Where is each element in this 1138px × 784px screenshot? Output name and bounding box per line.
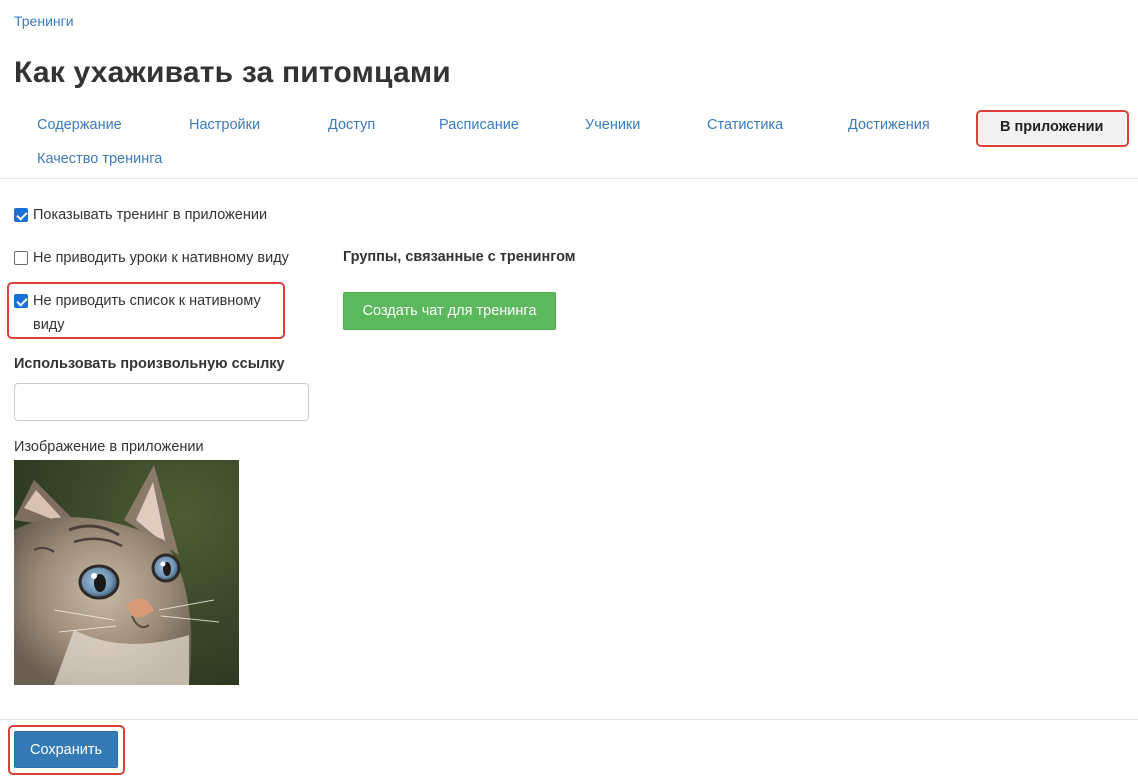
custom-link-input[interactable] [14,383,309,421]
tab-achievements[interactable]: Достижения [848,117,930,133]
cat-photo-icon[interactable] [14,460,239,685]
show-in-app-checkbox[interactable] [14,208,28,222]
no-native-lessons-option[interactable]: Не приводить уроки к нативному виду [14,250,289,270]
highlight-no-native-list [7,282,285,339]
tab-schedule[interactable]: Расписание [439,117,519,133]
app-image-label: Изображение в приложении [14,439,204,455]
highlight-save-button [8,725,125,775]
show-in-app-label: Показывать тренинг в приложении [33,207,268,223]
tab-settings[interactable]: Настройки [189,117,260,133]
custom-link-label: Использовать произвольную ссылку [14,356,285,372]
tab-access[interactable]: Доступ [328,117,375,133]
create-chat-button[interactable]: Создать чат для тренинга [343,292,556,330]
breadcrumb-trainings[interactable]: Тренинги [14,13,74,29]
footer-divider [0,719,1138,720]
tab-training-quality[interactable]: Качество тренинга [37,151,162,167]
page-title: Как ухаживать за питомцами [14,56,451,89]
no-native-lessons-label: Не приводить уроки к нативному виду [33,250,289,266]
highlight-tab-in-app [976,110,1129,147]
tab-statistics[interactable]: Статистика [707,117,783,133]
tab-students[interactable]: Ученики [585,117,640,133]
tab-content[interactable]: Содержание [37,117,122,133]
show-in-app-option[interactable]: Показывать тренинг в приложении [14,207,267,227]
no-native-lessons-checkbox[interactable] [14,251,28,265]
tab-bar: Содержание Настройки Доступ Расписание У… [0,108,1138,179]
groups-label: Группы, связанные с тренингом [343,249,576,265]
